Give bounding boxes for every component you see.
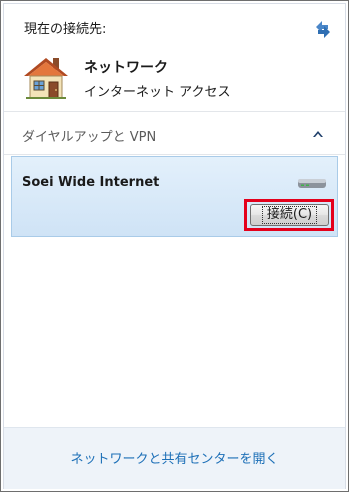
dialup-vpn-section-header[interactable]: ダイヤルアップと VPN [4,112,345,154]
current-connection-label: 現在の接続先: [24,22,107,37]
network-name: ネットワーク [84,60,168,76]
divider [4,154,345,155]
section-title: ダイヤルアップと VPN [22,130,157,145]
connect-button[interactable]: 接続(C) [250,204,329,226]
connect-button-label: 接続(C) [261,206,318,224]
footer: ネットワークと共有センターを開く [4,427,345,489]
chevron-up-icon[interactable] [310,126,326,140]
network-flyout: 現在の接続先: ネットワーク インターネット アクセス ダイヤルアップと VPN… [0,0,349,492]
connection-name: Soei Wide Internet [22,175,160,190]
connection-item-soei[interactable]: Soei Wide Internet 接続(C) [11,156,338,237]
network-access-status: インターネット アクセス [84,85,231,100]
refresh-icon[interactable] [312,18,334,40]
modem-icon [297,175,327,189]
flyout-panel: 現在の接続先: ネットワーク インターネット アクセス ダイヤルアップと VPN… [3,3,346,489]
open-network-sharing-center-link[interactable]: ネットワークと共有センターを開く [4,448,345,467]
house-icon [22,54,70,100]
